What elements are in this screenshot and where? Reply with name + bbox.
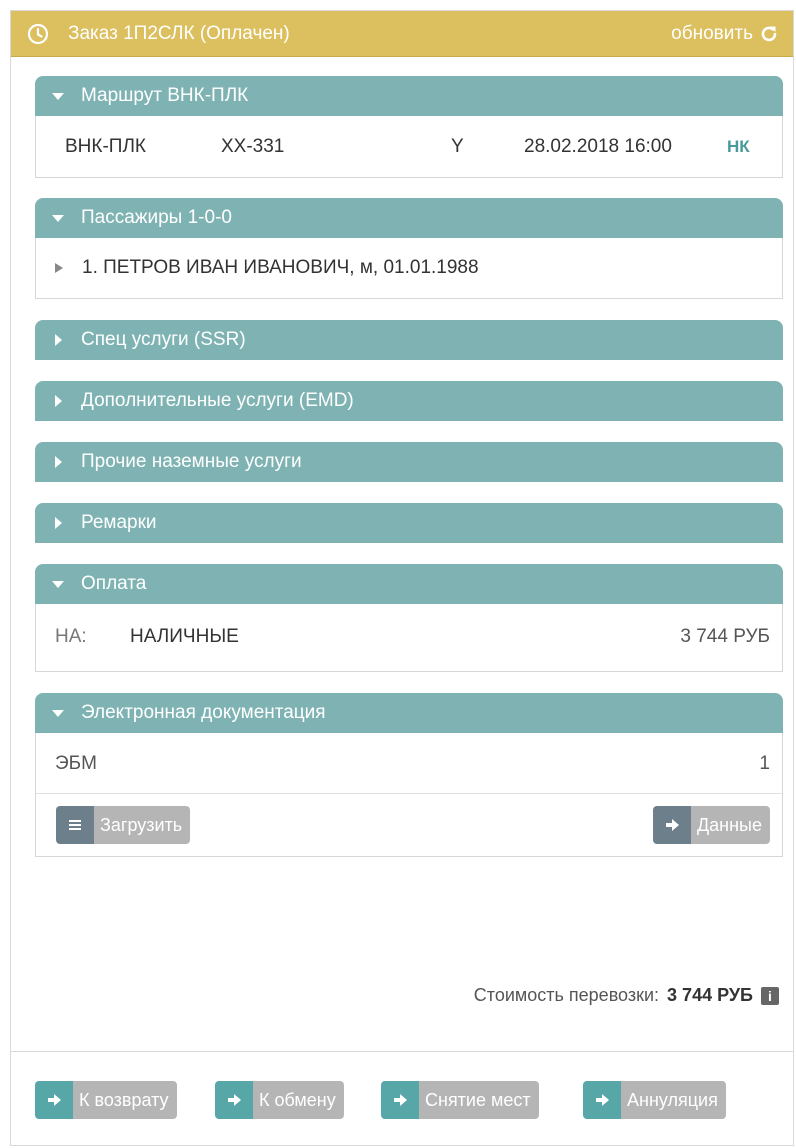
order-title: Заказ 1П2СЛК (Оплачен) bbox=[68, 22, 290, 44]
data-button[interactable]: Данные bbox=[652, 806, 770, 844]
passenger-row[interactable]: 1. ПЕТРОВ ИВАН ИВАНОВИЧ, м, 01.01.1988 bbox=[36, 238, 782, 298]
document-type: ЭБМ bbox=[55, 753, 97, 774]
segment-class: Y bbox=[451, 135, 464, 157]
refresh-button[interactable]: обновить bbox=[671, 23, 779, 45]
ssr-panel: Спец услуги (SSR) bbox=[35, 320, 783, 360]
total-cost: Стоимость перевозки: 3 744 РУБ i bbox=[474, 985, 779, 1006]
segment-datetime: 28.02.2018 16:00 bbox=[524, 135, 672, 157]
payment-row: НА: НАЛИЧНЫЕ 3 744 РУБ bbox=[36, 604, 782, 671]
arrow-right-icon bbox=[652, 806, 691, 844]
upload-label: Загрузить bbox=[94, 806, 191, 844]
caret-right-icon bbox=[35, 394, 81, 408]
documents-panel: Электронная документация ЭБМ 1 Загрузить bbox=[35, 693, 783, 857]
route-panel-title: Маршрут ВНК-ПЛК bbox=[81, 85, 249, 106]
list-icon bbox=[56, 806, 94, 844]
segment-flight: XX-331 bbox=[221, 135, 285, 157]
caret-down-icon bbox=[35, 211, 81, 225]
order-header: Заказ 1П2СЛК (Оплачен) обновить bbox=[11, 11, 793, 57]
caret-down-icon bbox=[35, 89, 81, 103]
document-row: ЭБМ 1 bbox=[36, 733, 782, 794]
exchange-button[interactable]: К обмену bbox=[215, 1081, 344, 1119]
ssr-panel-header[interactable]: Спец услуги (SSR) bbox=[35, 320, 783, 360]
passengers-panel-header[interactable]: Пассажиры 1-0-0 bbox=[35, 198, 783, 238]
passengers-panel: Пассажиры 1-0-0 1. ПЕТРОВ ИВАН ИВАНОВИЧ,… bbox=[35, 198, 783, 299]
total-value: 3 744 РУБ bbox=[667, 985, 753, 1005]
caret-right-icon bbox=[36, 262, 82, 274]
route-panel-header[interactable]: Маршрут ВНК-ПЛК bbox=[35, 76, 783, 116]
document-count: 1 bbox=[759, 753, 770, 774]
caret-right-icon bbox=[35, 516, 81, 530]
remarks-panel-title: Ремарки bbox=[81, 512, 157, 533]
refund-label: К возврату bbox=[73, 1081, 177, 1119]
refund-button[interactable]: К возврату bbox=[35, 1081, 177, 1119]
caret-right-icon bbox=[35, 455, 81, 469]
release-seats-label: Снятие мест bbox=[419, 1081, 539, 1119]
arrow-right-icon bbox=[583, 1081, 621, 1119]
payment-panel-title: Оплата bbox=[81, 573, 147, 594]
payment-method: НАЛИЧНЫЕ bbox=[130, 626, 239, 647]
remarks-panel: Ремарки bbox=[35, 503, 783, 543]
documents-panel-header[interactable]: Электронная документация bbox=[35, 693, 783, 733]
ground-services-panel-header[interactable]: Прочие наземные услуги bbox=[35, 442, 783, 482]
route-segment-row[interactable]: ВНК-ПЛК XX-331 Y 28.02.2018 16:00 НК bbox=[36, 116, 782, 177]
refresh-label: обновить bbox=[671, 22, 753, 44]
order-window: Заказ 1П2СЛК (Оплачен) обновить Маршрут … bbox=[10, 10, 794, 1146]
footer-actions: К возврату К обмену Снятие мест Аннуляци… bbox=[11, 1051, 793, 1147]
caret-right-icon bbox=[35, 333, 81, 347]
release-seats-button[interactable]: Снятие мест bbox=[381, 1081, 539, 1119]
segment-route: ВНК-ПЛК bbox=[65, 135, 146, 157]
payment-amount: 3 744 РУБ bbox=[680, 626, 770, 647]
ssr-panel-title: Спец услуги (SSR) bbox=[81, 329, 246, 350]
cancel-order-label: Аннуляция bbox=[621, 1081, 726, 1119]
clock-icon bbox=[27, 23, 49, 44]
ground-services-panel: Прочие наземные услуги bbox=[35, 442, 783, 482]
upload-button[interactable]: Загрузить bbox=[56, 806, 191, 844]
total-label: Стоимость перевозки: bbox=[473, 985, 660, 1005]
passengers-panel-title: Пассажиры 1-0-0 bbox=[81, 207, 232, 228]
ground-services-panel-title: Прочие наземные услуги bbox=[81, 451, 302, 472]
data-label: Данные bbox=[690, 806, 770, 844]
arrow-right-icon bbox=[215, 1081, 253, 1119]
refresh-icon bbox=[761, 26, 777, 41]
caret-down-icon bbox=[35, 706, 81, 720]
caret-down-icon bbox=[35, 577, 81, 591]
passenger-name: 1. ПЕТРОВ ИВАН ИВАНОВИЧ, м, 01.01.1988 bbox=[82, 257, 479, 278]
route-panel: Маршрут ВНК-ПЛК ВНК-ПЛК XX-331 Y 28.02.2… bbox=[35, 76, 783, 178]
payment-panel: Оплата НА: НАЛИЧНЫЕ 3 744 РУБ bbox=[35, 564, 783, 672]
segment-status: НК bbox=[727, 136, 750, 156]
emd-panel-title: Дополнительные услуги (EMD) bbox=[81, 390, 354, 411]
arrow-right-icon bbox=[381, 1081, 419, 1119]
emd-panel-header[interactable]: Дополнительные услуги (EMD) bbox=[35, 381, 783, 421]
arrow-right-icon bbox=[35, 1081, 73, 1119]
cancel-order-button[interactable]: Аннуляция bbox=[583, 1081, 726, 1119]
payment-code: НА: bbox=[55, 626, 87, 647]
info-icon[interactable]: i bbox=[761, 986, 779, 1005]
remarks-panel-header[interactable]: Ремарки bbox=[35, 503, 783, 543]
documents-panel-title: Электронная документация bbox=[81, 702, 326, 723]
exchange-label: К обмену bbox=[253, 1081, 344, 1119]
payment-panel-header[interactable]: Оплата bbox=[35, 564, 783, 604]
emd-panel: Дополнительные услуги (EMD) bbox=[35, 381, 783, 421]
